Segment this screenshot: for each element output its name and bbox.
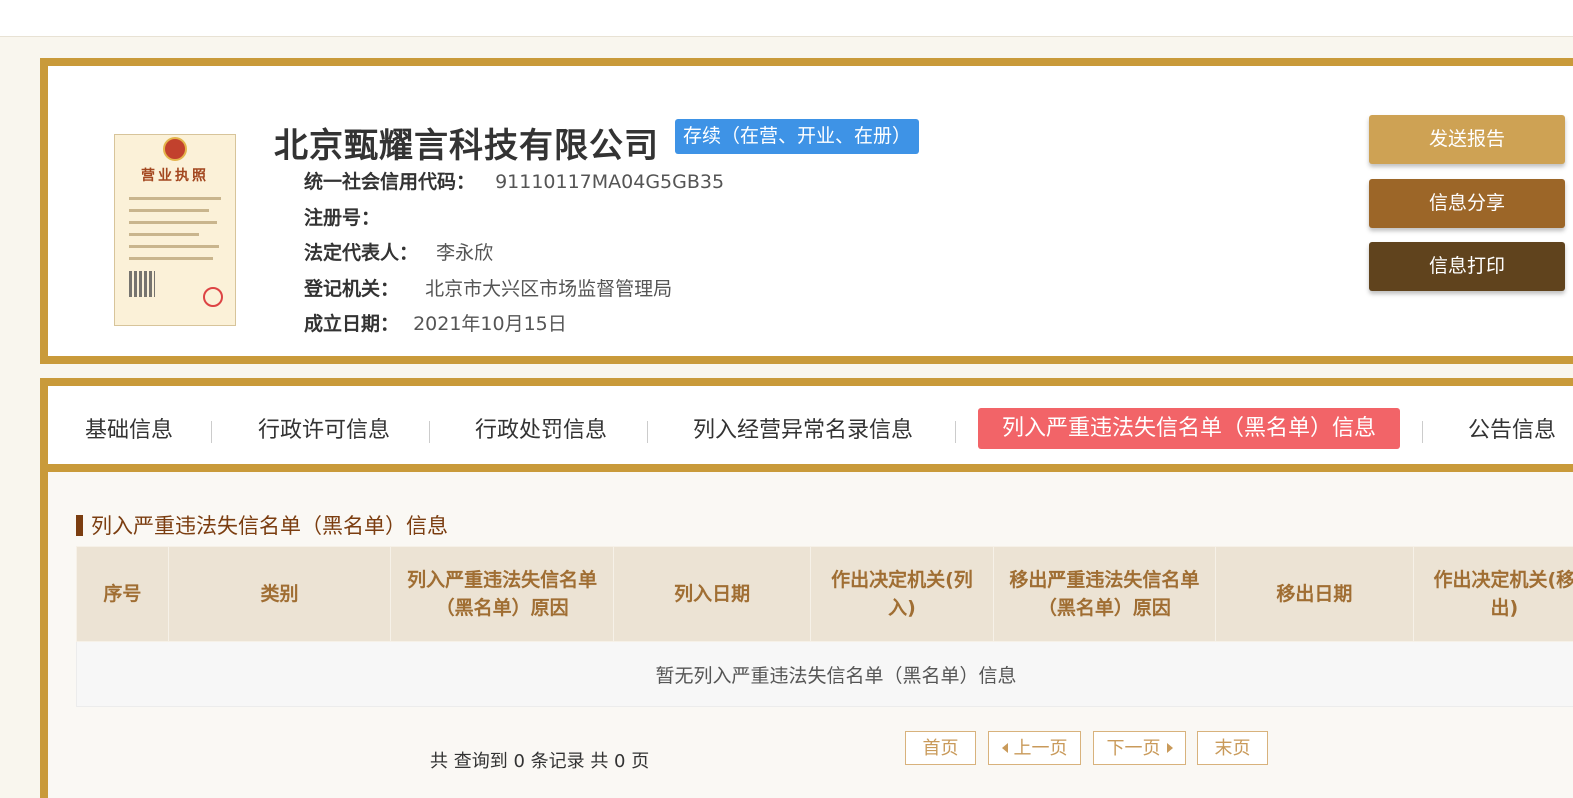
license-text-line: [129, 245, 219, 248]
field-value: 91110117MA04G5GB35: [495, 171, 724, 193]
table-row: 暂无列入严重违法失信名单（黑名单）信息: [77, 642, 1573, 707]
legal-representative-row: 法定代表人： 李永欣: [304, 238, 493, 265]
first-page-button[interactable]: 首页: [905, 731, 976, 765]
national-emblem-icon: [163, 137, 187, 161]
company-card: 营业执照 北京甄耀言科技有限公司 存续（在营、开业、在册） 统一社会信用代码： …: [40, 58, 1573, 364]
tab-announcement[interactable]: 公告信息: [1468, 412, 1556, 444]
credit-code-row: 统一社会信用代码： 91110117MA04G5GB35: [304, 167, 724, 194]
print-info-button[interactable]: 信息打印: [1369, 242, 1565, 291]
section-marker: [76, 515, 83, 536]
column-header: 移出日期: [1216, 547, 1413, 642]
tab-abnormal-operation[interactable]: 列入经营异常名录信息: [693, 412, 913, 444]
table-header-row: 序号 类别 列入严重违法失信名单（黑名单）原因 列入日期 作出决定机关(列入) …: [77, 547, 1573, 642]
field-value: 2021年10月15日: [413, 313, 567, 335]
prev-page-button[interactable]: 上一页: [988, 731, 1081, 765]
send-report-button[interactable]: 发送报告: [1369, 115, 1565, 164]
qr-code-icon: [129, 271, 155, 297]
last-page-button[interactable]: 末页: [1197, 731, 1268, 765]
tab-divider: [647, 421, 648, 443]
empty-message: 暂无列入严重违法失信名单（黑名单）信息: [77, 642, 1573, 707]
record-summary: 共 查询到 0 条记录 共 0 页: [430, 747, 649, 773]
next-page-label: 下一页: [1107, 738, 1161, 759]
tab-divider: [1422, 421, 1423, 443]
license-title: 营业执照: [115, 165, 235, 185]
business-license-image: 营业执照: [114, 134, 236, 326]
registration-number-row: 注册号：: [304, 203, 380, 230]
blacklist-table: 序号 类别 列入严重违法失信名单（黑名单）原因 列入日期 作出决定机关(列入) …: [76, 546, 1573, 707]
tab-bar: 基础信息 行政许可信息 行政处罚信息 列入经营异常名录信息 列入严重违法失信名单…: [48, 386, 1573, 472]
license-text-line: [129, 233, 199, 236]
last-page-label: 末页: [1215, 738, 1251, 759]
column-header: 移出严重违法失信名单（黑名单）原因: [993, 547, 1216, 642]
section-title-text: 列入严重违法失信名单（黑名单）信息: [91, 514, 448, 538]
tab-admin-penalty[interactable]: 行政处罚信息: [475, 412, 607, 444]
caret-right-icon: [1167, 743, 1173, 753]
field-label: 成立日期：: [304, 313, 399, 335]
top-bar: [0, 0, 1573, 37]
section-title: 列入严重违法失信名单（黑名单）信息: [76, 510, 448, 540]
column-header: 列入严重违法失信名单（黑名单）原因: [391, 547, 614, 642]
tab-divider: [955, 421, 956, 443]
established-date-row: 成立日期： 2021年10月15日: [304, 309, 567, 336]
column-header: 序号: [77, 547, 169, 642]
caret-left-icon: [1002, 743, 1008, 753]
first-page-label: 首页: [923, 738, 959, 759]
detail-panel: 基础信息 行政许可信息 行政处罚信息 列入经营异常名录信息 列入严重违法失信名单…: [40, 378, 1573, 798]
official-seal-icon: [203, 287, 223, 307]
field-label: 注册号：: [304, 207, 380, 229]
license-text-line: [129, 221, 217, 224]
status-badge: 存续（在营、开业、在册）: [675, 119, 919, 154]
column-header: 类别: [168, 547, 391, 642]
field-label: 登记机关：: [304, 278, 399, 300]
license-text-line: [129, 209, 209, 212]
license-text-line: [129, 197, 221, 200]
share-info-button[interactable]: 信息分享: [1369, 179, 1565, 228]
registration-authority-row: 登记机关： 北京市大兴区市场监督管理局: [304, 274, 672, 301]
tab-admin-license[interactable]: 行政许可信息: [258, 412, 390, 444]
column-header: 作出决定机关(移出): [1413, 547, 1573, 642]
tab-blacklist[interactable]: 列入严重违法失信名单（黑名单）信息: [978, 408, 1400, 449]
field-label: 法定代表人：: [304, 242, 418, 264]
tab-basic-info[interactable]: 基础信息: [85, 412, 173, 444]
company-name: 北京甄耀言科技有限公司: [274, 118, 659, 167]
tab-divider: [429, 421, 430, 443]
field-label: 统一社会信用代码：: [304, 171, 475, 193]
next-page-button[interactable]: 下一页: [1093, 731, 1186, 765]
prev-page-label: 上一页: [1014, 738, 1068, 759]
license-text-line: [129, 257, 213, 260]
column-header: 列入日期: [613, 547, 810, 642]
field-value: 李永欣: [436, 242, 493, 264]
column-header: 作出决定机关(列入): [811, 547, 993, 642]
field-value: 北京市大兴区市场监督管理局: [425, 278, 672, 300]
tab-divider: [211, 421, 212, 443]
